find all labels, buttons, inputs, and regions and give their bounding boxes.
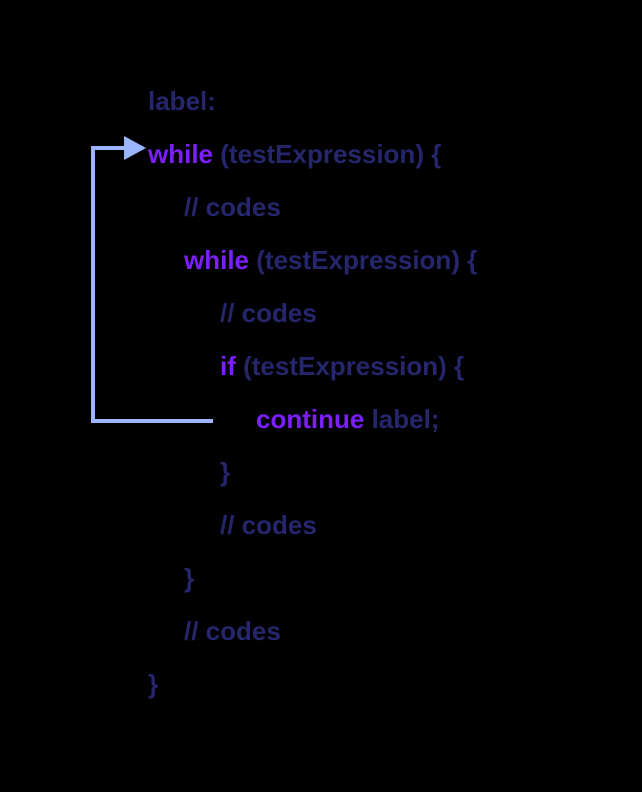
text-if-expr: (testExpression) { xyxy=(243,351,464,381)
kw-while: while xyxy=(184,245,256,275)
line-close-outer-while: } xyxy=(148,658,477,711)
line-continue: continue label; xyxy=(148,393,477,446)
text-comment: // codes xyxy=(220,510,317,540)
text-while-expr: (testExpression) { xyxy=(256,245,477,275)
kw-if: if xyxy=(220,351,243,381)
text-comment: // codes xyxy=(184,192,281,222)
line-comment-4: // codes xyxy=(148,605,477,658)
line-inner-while: while (testExpression) { xyxy=(148,234,477,287)
text-brace: } xyxy=(148,669,158,699)
line-comment-1: // codes xyxy=(148,181,477,234)
text-while-expr: (testExpression) { xyxy=(220,139,441,169)
line-close-if: } xyxy=(148,446,477,499)
line-comment-2: // codes xyxy=(148,287,477,340)
text-comment: // codes xyxy=(220,298,317,328)
line-outer-while: while (testExpression) { xyxy=(148,128,477,181)
text-brace: } xyxy=(184,563,194,593)
text-label: label: xyxy=(148,86,216,116)
text-continue-label: label; xyxy=(372,404,440,434)
kw-while: while xyxy=(148,139,220,169)
line-close-inner-while: } xyxy=(148,552,477,605)
line-comment-3: // codes xyxy=(148,499,477,552)
line-if: if (testExpression) { xyxy=(148,340,477,393)
kw-continue: continue xyxy=(256,404,372,434)
text-brace: } xyxy=(220,457,230,487)
code-block: label: while (testExpression) { // codes… xyxy=(148,75,477,711)
text-comment: // codes xyxy=(184,616,281,646)
line-label: label: xyxy=(148,75,477,128)
